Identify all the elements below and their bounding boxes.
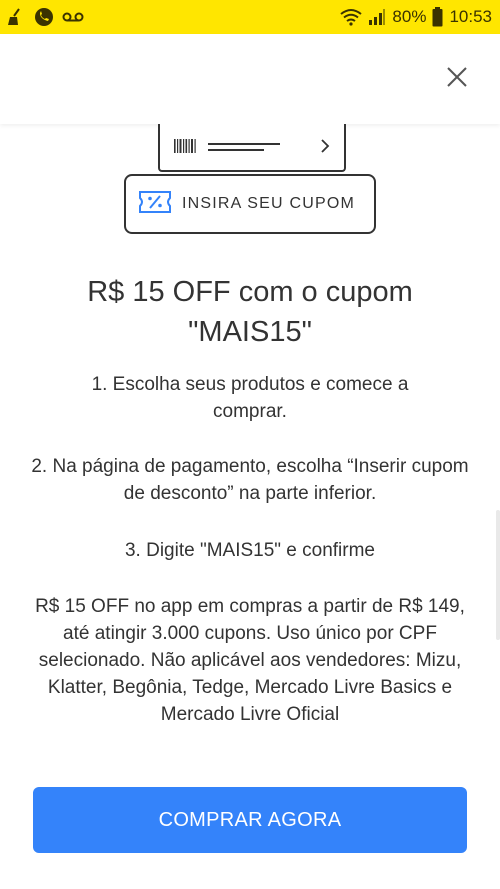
broom-icon bbox=[6, 7, 26, 27]
terms-text: R$ 15 OFF no app em compras a partir de … bbox=[35, 596, 465, 725]
coupon-label: INSIRA SEU CUPOM bbox=[182, 195, 356, 212]
battery-icon bbox=[432, 7, 443, 27]
wifi-icon bbox=[340, 8, 363, 26]
phone-icon bbox=[34, 7, 54, 27]
coupon-ticket-icon bbox=[138, 190, 172, 219]
scrollbar[interactable] bbox=[496, 510, 500, 640]
coupon-illustration: INSIRA SEU CUPOM bbox=[0, 124, 500, 240]
barcode-icon bbox=[174, 139, 330, 153]
step-3: 3. Digite "MAIS15" e confirme bbox=[124, 540, 376, 561]
phone-frame-illustration bbox=[158, 124, 346, 172]
signal-icon bbox=[368, 8, 386, 26]
modal-header bbox=[0, 34, 500, 124]
buy-now-button[interactable]: COMPRAR AGORA bbox=[33, 787, 467, 853]
voicemail-icon bbox=[62, 10, 84, 24]
status-left-icons bbox=[6, 7, 84, 27]
close-button[interactable] bbox=[442, 62, 472, 92]
status-bar: 80% 10:53 bbox=[0, 0, 500, 34]
promo-title: R$ 15 OFF com o cupom "MAIS15" bbox=[87, 276, 413, 348]
step-2: 2. Na página de pagamento, escolha “Inse… bbox=[31, 456, 469, 504]
battery-percent: 80% bbox=[392, 7, 427, 26]
step-1: 1. Escolha seus produtos e comece a comp… bbox=[91, 374, 409, 422]
status-time: 10:53 bbox=[449, 7, 492, 26]
close-icon[interactable] bbox=[442, 62, 472, 92]
status-right: 80% 10:53 bbox=[340, 7, 492, 27]
coupon-input-illustration: INSIRA SEU CUPOM bbox=[124, 174, 376, 234]
